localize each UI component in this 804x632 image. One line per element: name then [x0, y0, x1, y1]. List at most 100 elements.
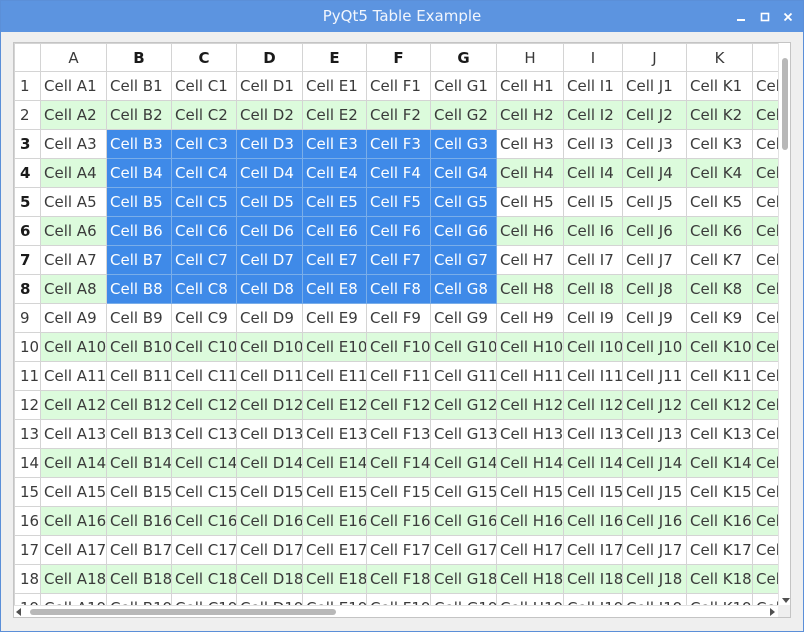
table-cell[interactable]: Cell I5 [563, 187, 623, 217]
table-cell[interactable]: Cell L16 [752, 506, 778, 536]
table-cell[interactable]: Cell K4 [686, 158, 753, 188]
table-cell[interactable]: Cell L7 [752, 245, 778, 275]
table-cell[interactable]: Cell L8 [752, 274, 778, 304]
row-header[interactable]: 2 [14, 100, 41, 130]
table-cell[interactable]: Cell J14 [622, 448, 687, 478]
table-cell[interactable]: Cell D8 [236, 274, 303, 304]
horizontal-scrollbar-thumb[interactable] [30, 609, 336, 615]
table-cell[interactable]: Cell B9 [106, 303, 172, 333]
table-cell[interactable]: Cell K17 [686, 535, 753, 565]
table-cell[interactable]: Cell G15 [430, 477, 497, 507]
table-cell[interactable]: Cell H15 [496, 477, 564, 507]
table-cell[interactable]: Cell K14 [686, 448, 753, 478]
table-cell[interactable]: Cell A10 [40, 332, 107, 362]
table-cell[interactable]: Cell F1 [366, 71, 431, 101]
scroll-left-arrow-icon[interactable] [16, 608, 21, 616]
table-cell[interactable]: Cell A8 [40, 274, 107, 304]
table-cell[interactable]: Cell G18 [430, 564, 497, 594]
column-header[interactable]: D [236, 43, 303, 72]
table-cell[interactable]: Cell A1 [40, 71, 107, 101]
scroll-down-arrow-icon[interactable] [782, 598, 790, 603]
table-cell[interactable]: Cell G2 [430, 100, 497, 130]
table-cell[interactable]: Cell J1 [622, 71, 687, 101]
table-cell[interactable]: Cell J13 [622, 419, 687, 449]
table-cell[interactable]: Cell C13 [171, 419, 237, 449]
table-cell[interactable]: Cell D2 [236, 100, 303, 130]
table-cell[interactable]: Cell A18 [40, 564, 107, 594]
table-cell[interactable]: Cell F10 [366, 332, 431, 362]
table-cell[interactable]: Cell H9 [496, 303, 564, 333]
column-header[interactable]: E [302, 43, 367, 72]
table-cell[interactable]: Cell K12 [686, 390, 753, 420]
table-cell[interactable]: Cell L6 [752, 216, 778, 246]
table-cell[interactable]: Cell A2 [40, 100, 107, 130]
table-cell[interactable]: Cell K8 [686, 274, 753, 304]
table-cell[interactable]: Cell C17 [171, 535, 237, 565]
table-cell[interactable]: Cell E10 [302, 332, 367, 362]
table-cell[interactable]: Cell D11 [236, 361, 303, 391]
table-cell[interactable]: Cell I18 [563, 564, 623, 594]
table-cell[interactable]: Cell A9 [40, 303, 107, 333]
table-cell[interactable]: Cell F6 [366, 216, 431, 246]
table-cell[interactable]: Cell K18 [686, 564, 753, 594]
table-cell[interactable]: Cell C5 [171, 187, 237, 217]
vertical-scrollbar-thumb[interactable] [782, 58, 788, 150]
table-cell[interactable]: Cell C18 [171, 564, 237, 594]
table-cell[interactable]: Cell E2 [302, 100, 367, 130]
column-header[interactable]: J [622, 43, 687, 72]
table-cell[interactable]: Cell K16 [686, 506, 753, 536]
table-cell[interactable]: Cell H14 [496, 448, 564, 478]
row-header[interactable]: 14 [14, 448, 41, 478]
table-cell[interactable]: Cell E13 [302, 419, 367, 449]
table-widget[interactable]: ABCDEFGHIJKL 1Cell A1Cell B1Cell C1Cell … [13, 42, 791, 618]
table-cell[interactable]: Cell G5 [430, 187, 497, 217]
row-header[interactable]: 3 [14, 129, 41, 159]
table-cell[interactable]: Cell I3 [563, 129, 623, 159]
table-cell[interactable]: Cell D3 [236, 129, 303, 159]
table-cell[interactable]: Cell B6 [106, 216, 172, 246]
table-cell[interactable]: Cell K6 [686, 216, 753, 246]
table-cell[interactable]: Cell L14 [752, 448, 778, 478]
table-cell[interactable]: Cell I4 [563, 158, 623, 188]
table-cell[interactable]: Cell L13 [752, 419, 778, 449]
horizontal-scrollbar[interactable] [14, 605, 778, 617]
table-cell[interactable]: Cell J16 [622, 506, 687, 536]
table-cell[interactable]: Cell I14 [563, 448, 623, 478]
table-cell[interactable]: Cell F9 [366, 303, 431, 333]
table-cell[interactable]: Cell E12 [302, 390, 367, 420]
table-cell[interactable]: Cell L18 [752, 564, 778, 594]
table-cell[interactable]: Cell L15 [752, 477, 778, 507]
row-header[interactable]: 6 [14, 216, 41, 246]
table-cell[interactable]: Cell G1 [430, 71, 497, 101]
table-cell[interactable]: Cell D7 [236, 245, 303, 275]
table-cell[interactable]: Cell E5 [302, 187, 367, 217]
table-cell[interactable]: Cell B13 [106, 419, 172, 449]
table-cell[interactable]: Cell G13 [430, 419, 497, 449]
table-cell[interactable]: Cell E3 [302, 129, 367, 159]
table-cell[interactable]: Cell E19 [302, 593, 367, 605]
table-cell[interactable]: Cell E8 [302, 274, 367, 304]
table-cell[interactable]: Cell K1 [686, 71, 753, 101]
table-cell[interactable]: Cell A4 [40, 158, 107, 188]
column-header[interactable]: A [40, 43, 107, 72]
corner-button[interactable] [14, 43, 41, 72]
table-cell[interactable]: Cell G6 [430, 216, 497, 246]
vertical-scrollbar[interactable] [778, 43, 790, 605]
table-cell[interactable]: Cell J18 [622, 564, 687, 594]
table-cell[interactable]: Cell K3 [686, 129, 753, 159]
table-cell[interactable]: Cell B8 [106, 274, 172, 304]
table-cell[interactable]: Cell L10 [752, 332, 778, 362]
table-cell[interactable]: Cell E15 [302, 477, 367, 507]
table-cell[interactable]: Cell K13 [686, 419, 753, 449]
table-cell[interactable]: Cell E18 [302, 564, 367, 594]
table-cell[interactable]: Cell L12 [752, 390, 778, 420]
table-cell[interactable]: Cell C16 [171, 506, 237, 536]
table-cell[interactable]: Cell F19 [366, 593, 431, 605]
table-cell[interactable]: Cell D9 [236, 303, 303, 333]
table-cell[interactable]: Cell I16 [563, 506, 623, 536]
table-cell[interactable]: Cell J7 [622, 245, 687, 275]
table-cell[interactable]: Cell A19 [40, 593, 107, 605]
table-cell[interactable]: Cell C10 [171, 332, 237, 362]
table-cell[interactable]: Cell J9 [622, 303, 687, 333]
table-cell[interactable]: Cell C15 [171, 477, 237, 507]
